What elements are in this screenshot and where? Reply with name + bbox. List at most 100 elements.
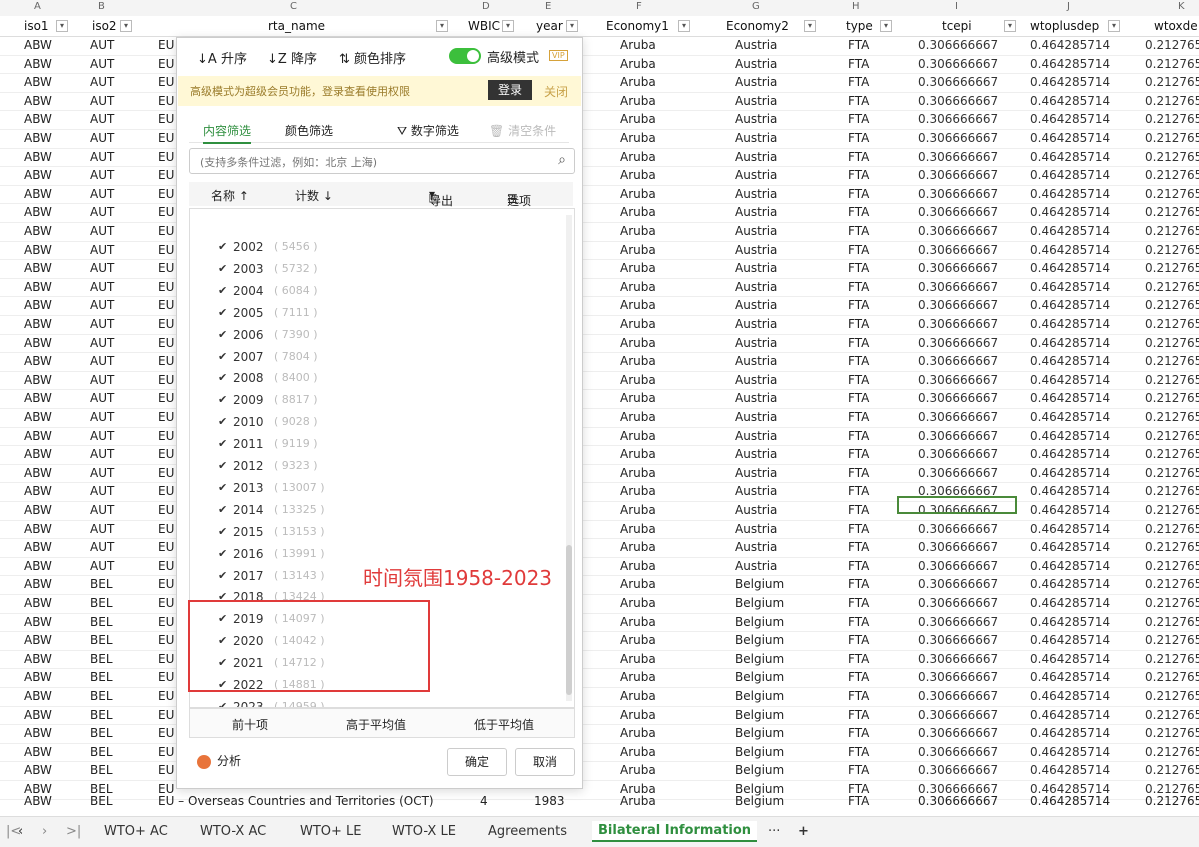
- cell[interactable]: 0.306666667: [918, 429, 998, 443]
- cell[interactable]: AUT: [90, 94, 114, 108]
- cell[interactable]: 0.212765: [1145, 466, 1199, 480]
- sheet-tab[interactable]: Agreements: [488, 824, 567, 839]
- cell[interactable]: AUT: [90, 559, 114, 573]
- cell[interactable]: Aruba: [620, 112, 656, 126]
- cell[interactable]: Aruba: [620, 708, 656, 722]
- cell[interactable]: 0.212765: [1145, 689, 1199, 703]
- notice-close-button[interactable]: 关闭: [544, 83, 568, 100]
- cell[interactable]: 0.306666667: [918, 391, 998, 405]
- checkbox-checked-icon[interactable]: ✔: [218, 306, 230, 319]
- cell[interactable]: AUT: [90, 298, 114, 312]
- filter-dropdown-icon[interactable]: ▾: [1004, 20, 1016, 32]
- cell[interactable]: 0.306666667: [918, 112, 998, 126]
- filter-dropdown-icon[interactable]: ▾: [678, 20, 690, 32]
- cell[interactable]: 0.464285714: [1030, 726, 1110, 740]
- checkbox-checked-icon[interactable]: ✔: [218, 284, 230, 297]
- cell[interactable]: Belgium: [735, 745, 784, 759]
- cell[interactable]: Austria: [735, 57, 777, 71]
- cell[interactable]: EU: [158, 373, 174, 387]
- cell[interactable]: 0.306666667: [918, 373, 998, 387]
- cell[interactable]: 0.212765: [1145, 484, 1199, 498]
- cell[interactable]: BEL: [90, 763, 113, 777]
- filter-dropdown-icon[interactable]: ▾: [880, 20, 892, 32]
- cell[interactable]: Belgium: [735, 652, 784, 666]
- cell[interactable]: 0.212765: [1145, 745, 1199, 759]
- cell[interactable]: Aruba: [620, 763, 656, 777]
- cell[interactable]: BEL: [90, 596, 113, 610]
- cell[interactable]: BEL: [90, 745, 113, 759]
- sort-asc-button[interactable]: ↓A 升序: [197, 48, 247, 67]
- cell[interactable]: 0.212765: [1145, 763, 1199, 777]
- sort-desc-button[interactable]: ↓Z 降序: [267, 48, 317, 67]
- cell[interactable]: Aruba: [620, 75, 656, 89]
- cell[interactable]: AUT: [90, 391, 114, 405]
- filter-dropdown-icon[interactable]: ▾: [804, 20, 816, 32]
- cell[interactable]: EU: [158, 540, 174, 554]
- col-letter[interactable]: E: [545, 1, 551, 12]
- cell[interactable]: 0.306666667: [918, 168, 998, 182]
- cell[interactable]: EU: [158, 280, 174, 294]
- cell[interactable]: 0.212765: [1145, 522, 1199, 536]
- cell[interactable]: FTA: [848, 559, 869, 573]
- cell[interactable]: 0.464285714: [1030, 615, 1110, 629]
- cell[interactable]: 0.464285714: [1030, 205, 1110, 219]
- cell[interactable]: 0.306666667: [918, 38, 998, 52]
- cell[interactable]: 0.306666667: [918, 615, 998, 629]
- cell[interactable]: ABW: [24, 354, 52, 368]
- cell[interactable]: EU: [158, 131, 174, 145]
- sheet-tab[interactable]: WTO-X AC: [200, 824, 266, 839]
- cell[interactable]: AUT: [90, 280, 114, 294]
- cell[interactable]: 0.212765: [1145, 205, 1199, 219]
- cell[interactable]: EU: [158, 577, 174, 591]
- cell[interactable]: ABW: [24, 317, 52, 331]
- cell[interactable]: FTA: [848, 652, 869, 666]
- cell[interactable]: ABW: [24, 670, 52, 684]
- cell[interactable]: 0.464285714: [1030, 708, 1110, 722]
- cell[interactable]: Aruba: [620, 280, 656, 294]
- cell[interactable]: 0.464285714: [1030, 317, 1110, 331]
- prev-sheet-icon[interactable]: ‹: [18, 824, 23, 839]
- cell[interactable]: 0.212765: [1145, 794, 1199, 808]
- cell[interactable]: Austria: [735, 466, 777, 480]
- cell[interactable]: Aruba: [620, 243, 656, 257]
- col-letter[interactable]: C: [290, 1, 297, 12]
- cell[interactable]: 0.212765: [1145, 503, 1199, 517]
- above-average-button[interactable]: 高于平均值: [346, 716, 406, 733]
- cell[interactable]: EU: [158, 391, 174, 405]
- cell[interactable]: 0.464285714: [1030, 577, 1110, 591]
- cell[interactable]: AUT: [90, 484, 114, 498]
- cell[interactable]: Austria: [735, 168, 777, 182]
- cell[interactable]: FTA: [848, 336, 869, 350]
- cell[interactable]: 0.212765: [1145, 280, 1199, 294]
- last-sheet-icon[interactable]: >|: [66, 824, 81, 839]
- cell[interactable]: 0.464285714: [1030, 131, 1110, 145]
- cell[interactable]: FTA: [848, 168, 869, 182]
- cell[interactable]: FTA: [848, 187, 869, 201]
- cell[interactable]: Austria: [735, 150, 777, 164]
- filter-dropdown-icon[interactable]: ▾: [120, 20, 132, 32]
- cell[interactable]: EU: [158, 94, 174, 108]
- cell[interactable]: FTA: [848, 94, 869, 108]
- count-column-sort[interactable]: 计数 ↓: [295, 187, 333, 204]
- cell[interactable]: Aruba: [620, 503, 656, 517]
- cell[interactable]: Austria: [735, 484, 777, 498]
- cell[interactable]: EU: [158, 354, 174, 368]
- cell[interactable]: AUT: [90, 75, 114, 89]
- cell[interactable]: Aruba: [620, 94, 656, 108]
- cell[interactable]: 0.212765: [1145, 317, 1199, 331]
- cell[interactable]: Aruba: [620, 745, 656, 759]
- cell[interactable]: Belgium: [735, 596, 784, 610]
- cell[interactable]: Austria: [735, 75, 777, 89]
- checkbox-checked-icon[interactable]: ✔: [218, 460, 230, 472]
- cell[interactable]: BEL: [90, 794, 113, 808]
- cell[interactable]: EU: [158, 298, 174, 312]
- cell[interactable]: ABW: [24, 794, 52, 808]
- cell[interactable]: ABW: [24, 298, 52, 312]
- ok-button[interactable]: 确定: [447, 748, 507, 776]
- cell[interactable]: ABW: [24, 243, 52, 257]
- cell[interactable]: Belgium: [735, 763, 784, 777]
- below-average-button[interactable]: 低于平均值: [474, 716, 534, 733]
- cell[interactable]: 0.464285714: [1030, 503, 1110, 517]
- cell[interactable]: Austria: [735, 38, 777, 52]
- cell[interactable]: BEL: [90, 577, 113, 591]
